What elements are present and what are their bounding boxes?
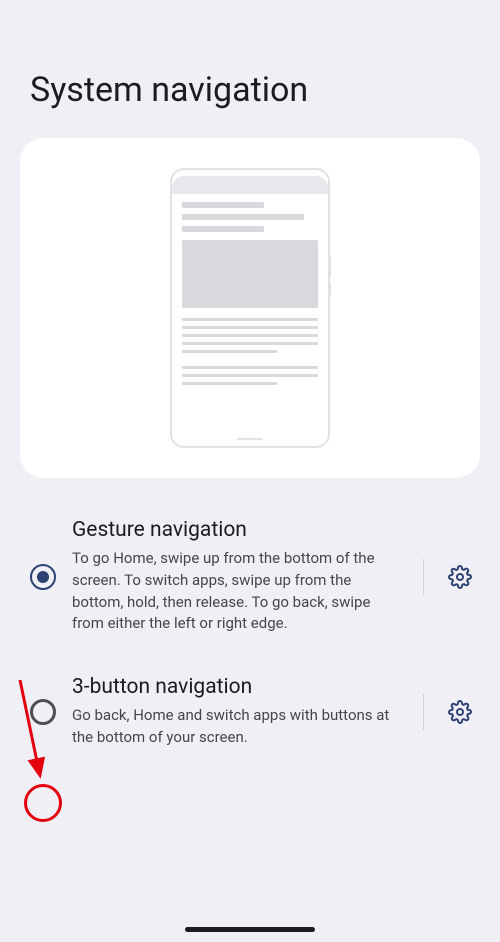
phone-mockup-illustration [170,168,330,448]
option-title: Gesture navigation [72,518,401,542]
divider [423,694,424,730]
page-title: System navigation [0,0,500,138]
option-title: 3-button navigation [72,675,401,699]
gear-icon [448,700,472,724]
option-description: Go back, Home and switch apps with butto… [72,705,401,749]
home-indicator[interactable] [185,927,315,932]
option-description: To go Home, swipe up from the bottom of … [72,548,401,635]
3-button-settings-button[interactable] [440,700,480,724]
divider [423,559,424,595]
option-gesture-navigation[interactable]: Gesture navigation To go Home, swipe up … [0,498,500,655]
radio-button-selected[interactable] [30,564,56,590]
navigation-preview-card [20,138,480,478]
gesture-settings-button[interactable] [440,565,480,589]
gear-icon [448,565,472,589]
option-text: 3-button navigation Go back, Home and sw… [72,675,407,749]
annotation-highlight-circle [24,784,62,822]
option-3-button-navigation[interactable]: 3-button navigation Go back, Home and sw… [0,655,500,769]
option-text: Gesture navigation To go Home, swipe up … [72,518,407,635]
radio-button-unselected[interactable] [30,699,56,725]
